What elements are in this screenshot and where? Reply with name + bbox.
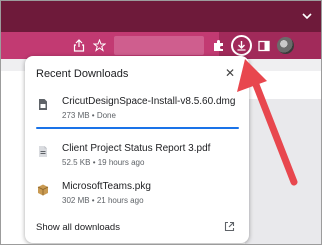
side-panel-icon[interactable] [255, 37, 272, 54]
close-icon[interactable]: ✕ [224, 67, 236, 79]
bookmark-star-icon[interactable] [91, 37, 108, 54]
chevron-down-icon[interactable] [301, 10, 313, 22]
downloads-title: Recent Downloads [36, 68, 129, 80]
pdf-file-icon [39, 146, 47, 157]
downloads-bubble: Recent Downloads ✕ CricutDesignSpace-Ins… [25, 56, 249, 243]
download-progress-bar [36, 127, 239, 129]
tab-strip [1, 1, 321, 32]
browser-window: Recent Downloads ✕ CricutDesignSpace-Ins… [0, 0, 322, 245]
download-item[interactable]: MicrosoftTeams.pkg 302 MB • 21 hours ago [25, 180, 249, 216]
download-item[interactable]: CricutDesignSpace-Install-v8.5.60.dmg 27… [25, 95, 249, 131]
open-external-icon[interactable] [224, 221, 235, 232]
download-filename: Client Project Status Report 3.pdf [62, 143, 211, 154]
download-status: 302 MB • 21 hours ago [62, 196, 144, 205]
download-status: 52.5 KB • 19 hours ago [62, 158, 145, 167]
download-status: 273 MB • Done [62, 111, 116, 120]
download-item[interactable]: Client Project Status Report 3.pdf 52.5 … [25, 142, 249, 178]
profile-avatar[interactable] [277, 37, 294, 54]
download-filename: MicrosoftTeams.pkg [62, 181, 151, 192]
file-icon [39, 99, 47, 110]
address-bar[interactable] [1, 32, 219, 59]
share-icon[interactable] [70, 37, 87, 54]
blurred-url [114, 36, 204, 55]
show-all-downloads-link[interactable]: Show all downloads [36, 222, 120, 233]
browser-toolbar [1, 32, 321, 59]
extensions-puzzle-icon[interactable] [210, 37, 227, 54]
package-icon [37, 184, 49, 196]
download-icon[interactable] [231, 35, 252, 56]
download-filename: CricutDesignSpace-Install-v8.5.60.dmg [62, 96, 236, 107]
